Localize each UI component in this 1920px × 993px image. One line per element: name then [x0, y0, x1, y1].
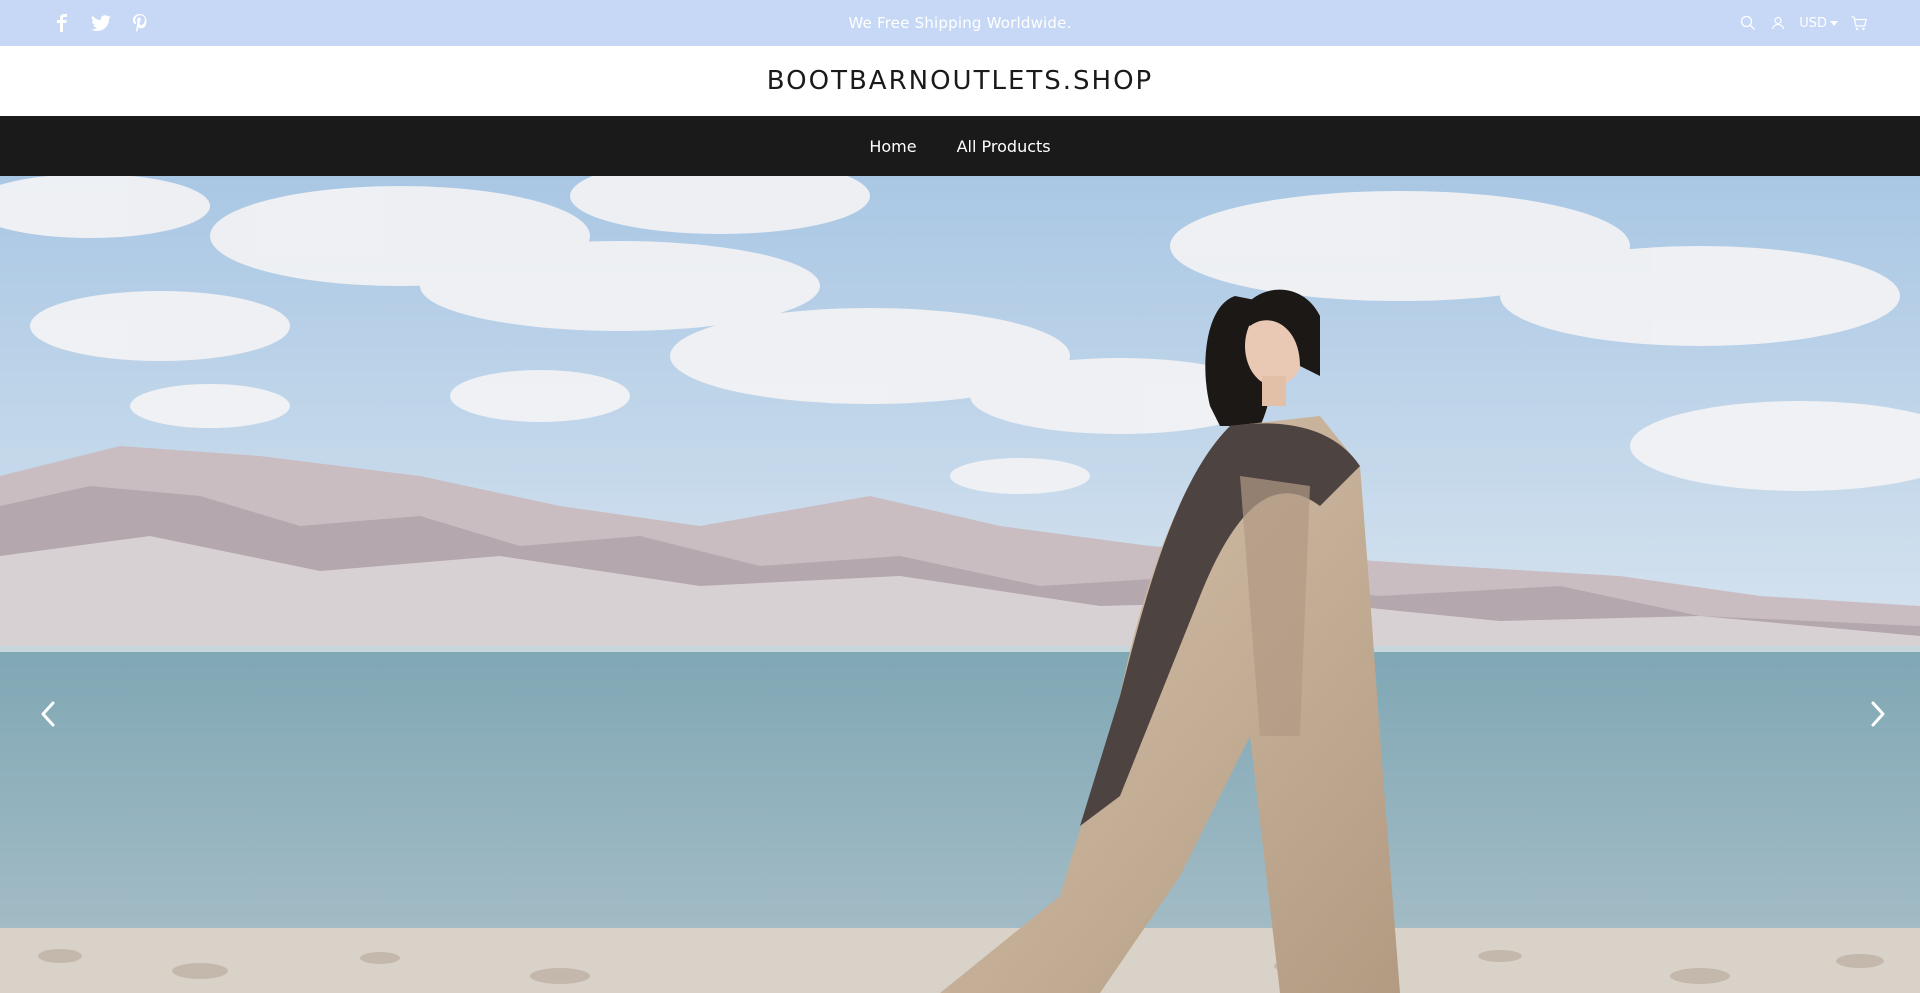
twitter-icon[interactable] [91, 13, 111, 33]
announcement-text: We Free Shipping Worldwide. [848, 14, 1072, 32]
announcement-bar: We Free Shipping Worldwide. USD [0, 0, 1920, 48]
cart-icon[interactable] [1850, 14, 1868, 32]
search-icon[interactable] [1739, 14, 1757, 32]
header-utilities: USD [1739, 14, 1868, 32]
currency-selector[interactable]: USD [1799, 16, 1838, 31]
chevron-right-icon[interactable] [1860, 696, 1896, 732]
site-logo[interactable]: BOOTBARNOUTLETS.SHOP [767, 66, 1153, 96]
main-nav: Home All Products [0, 116, 1920, 176]
pinterest-icon[interactable] [130, 13, 150, 33]
nav-item-all-products[interactable]: All Products [957, 137, 1051, 156]
currency-label: USD [1799, 15, 1827, 31]
chevron-left-icon[interactable] [30, 696, 66, 732]
hero-slideshow [0, 176, 1920, 993]
user-icon[interactable] [1769, 14, 1787, 32]
nav-item-home[interactable]: Home [869, 137, 916, 156]
social-links [52, 13, 150, 33]
site-header: BOOTBARNOUTLETS.SHOP [0, 46, 1920, 116]
facebook-icon[interactable] [52, 13, 72, 33]
hero-image [0, 176, 1920, 993]
chevron-down-icon [1830, 21, 1838, 26]
